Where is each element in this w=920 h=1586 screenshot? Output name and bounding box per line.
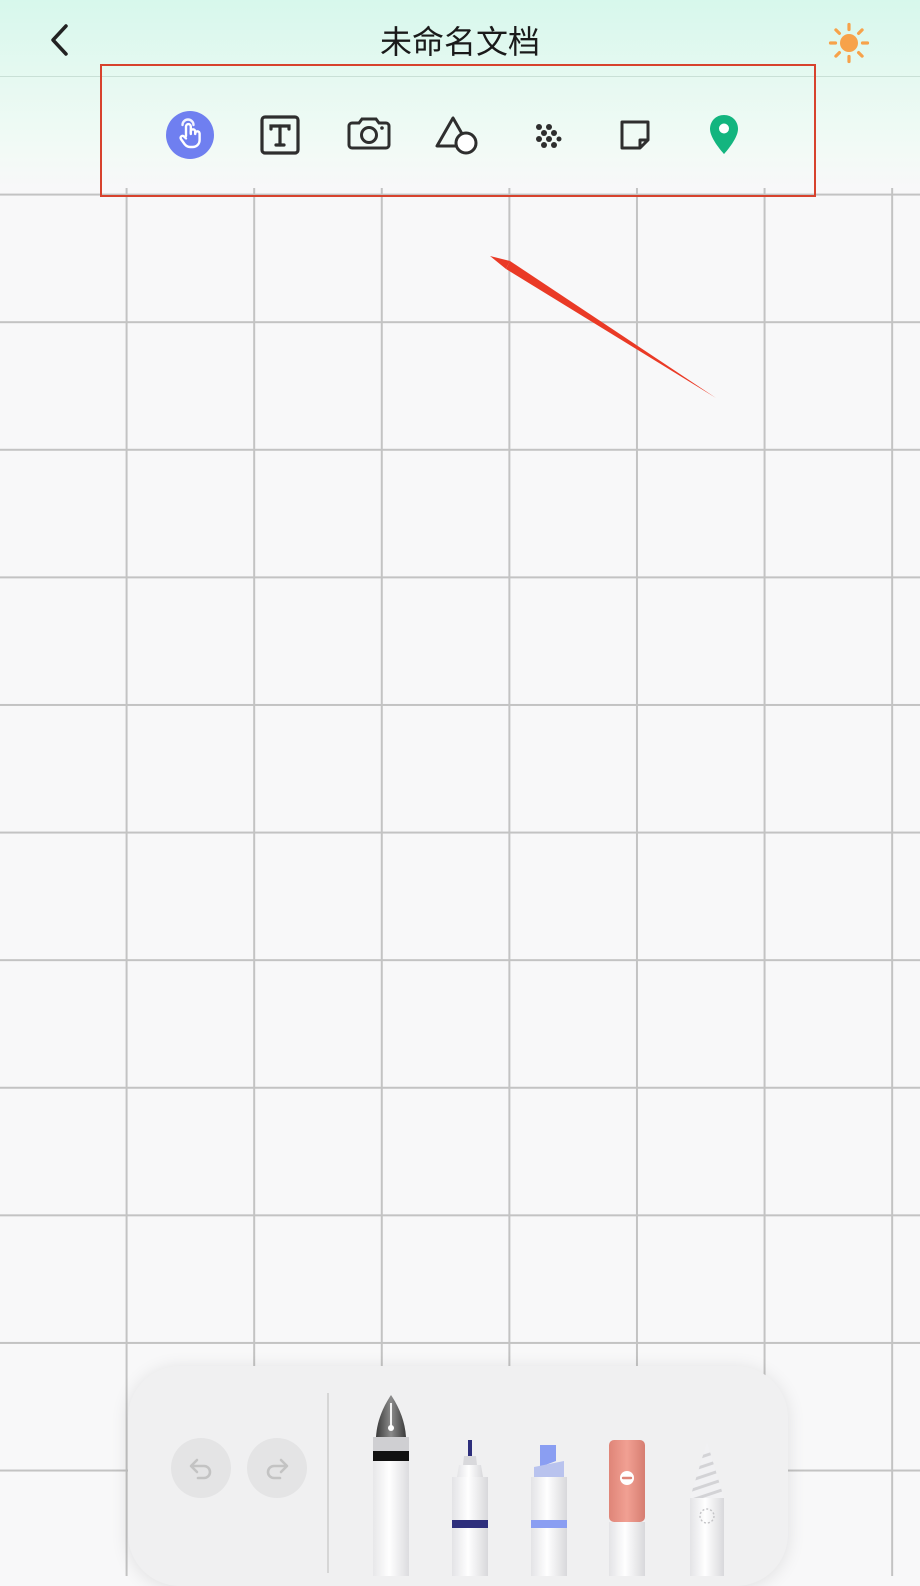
pen-eraser[interactable] (606, 1438, 648, 1580)
pen-fountain[interactable] (365, 1393, 417, 1580)
dock-divider (327, 1393, 329, 1573)
redo-button[interactable] (247, 1438, 307, 1498)
annotation-arrow (490, 256, 716, 398)
fountain-pen-icon (373, 1395, 409, 1576)
undo-button[interactable] (171, 1438, 231, 1498)
pencil-icon (690, 1442, 724, 1576)
undo-icon (189, 1458, 212, 1480)
eraser-icon (609, 1440, 645, 1576)
pen-highlighter[interactable] (528, 1441, 570, 1580)
pen-pencil[interactable] (686, 1440, 728, 1580)
highlighter-icon (531, 1445, 567, 1576)
pen-fineliner[interactable] (449, 1437, 491, 1580)
redo-icon (266, 1458, 289, 1480)
fineliner-icon (452, 1440, 488, 1576)
